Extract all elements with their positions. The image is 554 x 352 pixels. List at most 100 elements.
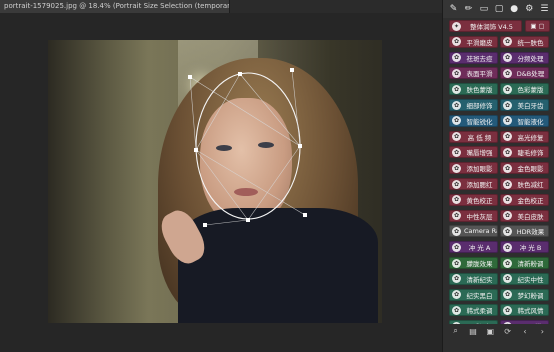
action-icon: ✿ bbox=[452, 100, 461, 110]
action-button-17-left[interactable]: ✿ 纪实黑白 bbox=[449, 288, 498, 301]
overall-retouch-button[interactable]: ✦ 整体润饰 V4.5 bbox=[449, 20, 522, 32]
action-icon: ✿ bbox=[452, 163, 461, 173]
overall-retouch-label: 整体润饰 V4.5 bbox=[470, 23, 513, 31]
action-icon: ✿ bbox=[503, 100, 512, 110]
pencil-icon[interactable]: ✏ bbox=[463, 3, 475, 15]
action-button-4-right[interactable]: ✿ 色彩蒙版 bbox=[500, 83, 549, 96]
right-eye bbox=[258, 142, 274, 148]
action-label: 细部修饰 bbox=[466, 102, 493, 110]
action-button-1-right[interactable]: ✿ 统一肤色 bbox=[500, 35, 549, 48]
film-icon[interactable]: ▤ bbox=[467, 325, 479, 337]
action-button-7-left[interactable]: ✿ 高 低 频 bbox=[449, 130, 498, 143]
action-icon: ✿ bbox=[452, 242, 461, 252]
action-label: 智能锐化 bbox=[466, 117, 493, 126]
sweater bbox=[178, 208, 378, 323]
action-button-2-right[interactable]: ✿ 分频处理 bbox=[500, 51, 549, 64]
action-label: 梦幻粉调 bbox=[517, 291, 544, 300]
layer-icon[interactable]: ▢ bbox=[493, 3, 505, 15]
brush-icon[interactable]: ✎ bbox=[448, 3, 460, 15]
back-icon[interactable]: ‹ bbox=[519, 325, 531, 337]
action-icon: ✿ bbox=[503, 68, 512, 78]
action-label: HDR效果 bbox=[516, 228, 545, 237]
action-button-14-left[interactable]: ✿ 冲 光 A bbox=[449, 241, 498, 254]
action-label: 色彩蒙版 bbox=[517, 86, 544, 95]
action-button-5-right[interactable]: ✿ 美白牙齿 bbox=[500, 99, 549, 111]
action-label: 肤色蒙版 bbox=[466, 86, 493, 95]
action-button-2-left[interactable]: ✿ 祛斑去痘 bbox=[449, 51, 498, 64]
action-button-1-left[interactable]: ✿ 平滑磨皮 bbox=[449, 35, 498, 48]
action-button-9-right[interactable]: ✿ 金色眼影 bbox=[500, 162, 549, 175]
menu-icon[interactable]: ☰ bbox=[538, 3, 550, 15]
action-button-18-right[interactable]: ✿ 韩式风情 bbox=[500, 304, 549, 317]
action-button-9-left[interactable]: ✿ 添加眼影 bbox=[449, 162, 498, 175]
retouch-plugin-panel: ✎ ✏ ▭ ▢ ● ⚙ ☰ ✦ 整体润饰 V4.5 ▣ ▢ ✿ 平滑磨皮 ✿ 统一肤色 ✿ 祛斑… bbox=[442, 0, 554, 352]
action-button-18-left[interactable]: ✿ 韩式柔调 bbox=[449, 304, 498, 317]
action-label: 平滑磨皮 bbox=[466, 38, 493, 47]
action-button-10-left[interactable]: ✿ 添加腮红 bbox=[449, 178, 498, 190]
action-label: 美白皮肤 bbox=[517, 212, 544, 221]
action-icon: ✿ bbox=[452, 37, 461, 47]
action-button-3-right[interactable]: ✿ D&B处理 bbox=[500, 67, 549, 80]
action-button-6-right[interactable]: ✿ 智能液化 bbox=[500, 114, 549, 127]
tab-strip bbox=[230, 0, 442, 13]
action-button-17-right[interactable]: ✿ 梦幻粉调 bbox=[500, 288, 549, 301]
portrait-photo[interactable] bbox=[48, 40, 382, 323]
action-icon: ✿ bbox=[452, 132, 461, 142]
action-button-14-right[interactable]: ✿ 冲 光 B bbox=[500, 241, 549, 254]
action-label: 纪实黑白 bbox=[466, 291, 493, 300]
action-button-4-left[interactable]: ✿ 肤色蒙版 bbox=[449, 83, 498, 96]
action-button-11-right[interactable]: ✿ 金色校正 bbox=[500, 193, 549, 206]
settings-icon[interactable]: ⚙ bbox=[523, 3, 535, 15]
action-icon: ✿ bbox=[503, 53, 512, 63]
action-label: 金色眼影 bbox=[517, 165, 544, 174]
action-icon: ✿ bbox=[503, 290, 512, 300]
action-button-3-left[interactable]: ✿ 表面平滑 bbox=[449, 67, 498, 80]
action-button-7-right[interactable]: ✿ 高光修复 bbox=[500, 130, 549, 143]
eraser-icon[interactable]: ▭ bbox=[478, 3, 490, 15]
action-icon: ✿ bbox=[503, 147, 512, 157]
action-icon: ✿ bbox=[503, 163, 512, 173]
panel-header-extra-button[interactable]: ▣ ▢ bbox=[525, 20, 550, 32]
action-label: D&B处理 bbox=[516, 70, 545, 79]
image-icon[interactable]: ▣ bbox=[484, 325, 496, 337]
action-label: Camera Raw bbox=[464, 227, 497, 236]
action-icon: ✿ bbox=[452, 290, 461, 300]
action-button-15-right[interactable]: ✿ 清新粉调 bbox=[500, 257, 549, 269]
action-label: 高光修复 bbox=[517, 133, 544, 142]
action-label: 冲 光 B bbox=[519, 244, 542, 253]
action-button-5-left[interactable]: ✿ 细部修饰 bbox=[449, 99, 498, 111]
action-label: 分频处理 bbox=[517, 54, 544, 63]
action-label: 祛斑去痘 bbox=[466, 54, 493, 63]
document-tab-title: portrait-1579025.jpg @ 18.4% (Portrait S… bbox=[4, 2, 230, 10]
action-button-13-right[interactable]: ✿ HDR效果 bbox=[500, 225, 549, 238]
action-button-11-left[interactable]: ✿ 黄色校正 bbox=[449, 193, 498, 206]
action-button-12-left[interactable]: ✿ 中性灰层 bbox=[449, 209, 498, 222]
action-button-15-left[interactable]: ✿ 朦胧效果 bbox=[449, 257, 498, 269]
action-button-6-left[interactable]: ✿ 智能锐化 bbox=[449, 114, 498, 127]
action-button-13-left[interactable]: ✿Camera Raw bbox=[449, 225, 498, 238]
photoshop-window: portrait-1579025.jpg @ 18.4% (Portrait S… bbox=[0, 0, 554, 352]
action-icon: ✿ bbox=[452, 84, 461, 94]
action-label: 中性灰层 bbox=[466, 212, 493, 221]
action-label: 添加腮红 bbox=[466, 181, 493, 189]
search-icon[interactable]: ⌕ bbox=[450, 325, 462, 337]
action-button-16-left[interactable]: ✿ 清新纪实 bbox=[449, 272, 498, 285]
action-icon: ✿ bbox=[452, 68, 461, 78]
action-button-16-right[interactable]: ✿ 纪实中性 bbox=[500, 272, 549, 285]
action-label: 清新粉调 bbox=[517, 260, 544, 268]
action-label: 冲 光 A bbox=[468, 244, 491, 253]
action-button-8-right[interactable]: ✿ 睫毛修饰 bbox=[500, 146, 549, 159]
action-button-8-left[interactable]: ✿ 嘴唇增强 bbox=[449, 146, 498, 159]
action-button-12-right[interactable]: ✿ 美白皮肤 bbox=[500, 209, 549, 222]
document-tab[interactable]: portrait-1579025.jpg @ 18.4% (Portrait S… bbox=[0, 0, 230, 13]
action-label: 清新纪实 bbox=[466, 275, 493, 284]
forward-icon[interactable]: › bbox=[536, 325, 548, 337]
action-label: 朦胧效果 bbox=[466, 260, 493, 268]
action-button-10-right[interactable]: ✿ 肤色减红 bbox=[500, 178, 549, 190]
action-label: 高 低 频 bbox=[467, 133, 492, 142]
action-label: 智能液化 bbox=[517, 117, 544, 126]
user-icon[interactable]: ● bbox=[508, 3, 520, 15]
refresh-icon[interactable]: ⟳ bbox=[502, 325, 514, 337]
action-label: 韩式柔调 bbox=[466, 307, 493, 316]
action-label: 表面平滑 bbox=[466, 70, 493, 79]
